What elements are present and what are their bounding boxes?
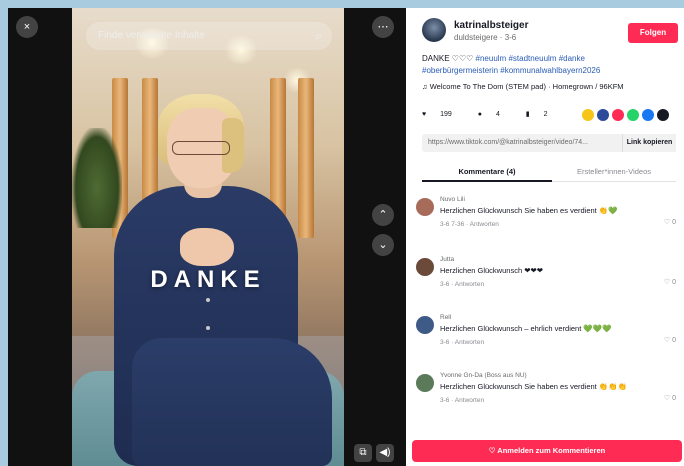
heart-outline-icon: ♡ [663, 395, 671, 402]
comment-item: Nuvo Lili Herzlichen Glückwunsch Sie habe… [416, 196, 678, 244]
video-frame[interactable] [72, 8, 344, 466]
share-option-icon[interactable] [582, 109, 594, 121]
jacket-button [206, 298, 210, 302]
commenter-name[interactable]: Nuvo Lili [440, 196, 465, 203]
more-options-button[interactable]: ⋯ [372, 16, 394, 38]
commenter-avatar[interactable] [416, 258, 434, 276]
bookmark-icon: ▮ [525, 111, 530, 118]
video-player[interactable]: × ⋯ DANKE Finde verwandte Inhalte ⌕ ⌃ ⌄ … [8, 8, 406, 466]
app-window: × ⋯ DANKE Finde verwandte Inhalte ⌕ ⌃ ⌄ … [0, 0, 684, 466]
share-option-icon[interactable] [597, 109, 609, 121]
comment-like-button[interactable]: ♡ 0 [664, 394, 676, 402]
glasses [172, 141, 230, 155]
heart-icon: ♥ [422, 111, 427, 118]
copy-link-button[interactable]: Link kopieren [622, 134, 676, 152]
volume-icon: ◀) [379, 447, 391, 458]
comment-meta[interactable]: 3-6 · Antworten [440, 397, 484, 404]
music-title: Welcome To The Dom (STEM pad) · Homegrow… [429, 82, 624, 91]
person-trousers [132, 338, 332, 466]
close-icon: × [23, 21, 31, 33]
engagement-stats: ♥ 199 ● 4 ▮ 2 [422, 110, 572, 124]
comment-meta[interactable]: 3-6 · Antworten [440, 339, 484, 346]
video-link[interactable]: https://www.tiktok.com/@katrinalbsteiger… [428, 139, 588, 146]
comment-like-button[interactable]: ♡ 0 [664, 336, 676, 344]
heart-outline-icon: ♡ [663, 279, 671, 286]
comment-like-count: 0 [672, 395, 676, 402]
video-overlay-text: DANKE [150, 266, 266, 293]
volume-button[interactable]: ◀) [376, 444, 394, 462]
comment-count: 4 [495, 111, 500, 118]
save-count: 2 [543, 111, 548, 118]
share-option-icon[interactable] [657, 109, 669, 121]
follow-button[interactable]: Folgen [628, 23, 678, 43]
details-panel: katrinalbsteiger duldsteigere · 3-6 Folg… [406, 8, 684, 466]
share-options [582, 108, 672, 124]
comment-text: Herzlichen Glückwunsch – ehrlich verdien… [440, 324, 612, 333]
share-option-icon[interactable] [612, 109, 624, 121]
comment-text: Herzlichen Glückwunsch Sie haben es verd… [440, 206, 618, 215]
comment-item: Yvonne Gn-Da (Boss aus NU) Herzlichen Glü… [416, 372, 678, 420]
caption-hashtags[interactable]: #neuulm #stadtneuulm #danke [476, 54, 585, 63]
previous-video-button[interactable]: ⌃ [372, 204, 394, 226]
comment-item: Jutta Herzlichen Glückwunsch ❤❤❤ 3-6 · Ant… [416, 256, 678, 304]
chevron-up-icon: ⌃ [378, 209, 388, 221]
commenter-avatar[interactable] [416, 374, 434, 392]
commenter-avatar[interactable] [416, 198, 434, 216]
comment-item: Rell Herzlichen Glückwunsch – ehrlich ver… [416, 314, 678, 362]
comment-button[interactable]: ● 4 [478, 111, 512, 118]
like-count: 199 [440, 111, 452, 118]
heart-outline-icon: ♡ [663, 219, 671, 226]
tab-comments[interactable]: Kommentare (4) [422, 162, 552, 182]
comment-like-button[interactable]: ♡ 0 [664, 218, 676, 226]
comment-like-count: 0 [672, 279, 676, 286]
save-button[interactable]: ▮ 2 [526, 110, 560, 118]
commenter-name[interactable]: Rell [440, 314, 451, 321]
heart-outline-icon: ♡ [663, 337, 671, 344]
picture-in-picture-button[interactable]: ⧉ [354, 444, 372, 462]
next-video-button[interactable]: ⌄ [372, 234, 394, 256]
music-icon: ♫ [422, 82, 428, 91]
share-option-icon[interactable] [642, 109, 654, 121]
more-icon: ⋯ [377, 21, 389, 33]
comment-text: Herzlichen Glückwunsch Sie haben es verd… [440, 382, 627, 391]
related-search-input[interactable]: Finde verwandte Inhalte ⌕ [86, 22, 332, 50]
author-username[interactable]: katrinalbsteiger [454, 20, 528, 31]
wood-pillar [298, 78, 314, 238]
commenter-avatar[interactable] [416, 316, 434, 334]
caption-text: DANKE ♡♡♡ [422, 54, 476, 63]
login-to-comment-button[interactable]: ♡ Anmelden zum Kommentieren [412, 440, 682, 462]
music-info[interactable]: ♫ Welcome To The Dom (STEM pad) · Homegr… [422, 82, 624, 91]
commenter-name[interactable]: Yvonne Gn-Da (Boss aus NU) [440, 372, 527, 379]
commenter-name[interactable]: Jutta [440, 256, 454, 263]
person-hand [180, 228, 234, 266]
pip-icon: ⧉ [359, 447, 367, 458]
author-avatar[interactable] [422, 18, 446, 42]
chevron-down-icon: ⌄ [378, 239, 388, 251]
comment-tabs: Kommentare (4) Ersteller*innen-Videos [422, 162, 676, 182]
jacket-button [206, 326, 210, 330]
close-button[interactable]: × [16, 16, 38, 38]
search-placeholder: Finde verwandte Inhalte [98, 30, 205, 41]
comment-icon: ● [477, 111, 482, 118]
video-link-row: https://www.tiktok.com/@katrinalbsteiger… [422, 134, 676, 152]
comment-like-button[interactable]: ♡ 0 [664, 278, 676, 286]
like-button[interactable]: ♥ 199 [422, 111, 464, 118]
comment-text: Herzlichen Glückwunsch ❤❤❤ [440, 266, 544, 275]
author-subline: duldsteigere · 3-6 [454, 33, 517, 42]
comment-meta[interactable]: 3-6 · Antworten [440, 281, 484, 288]
comment-like-count: 0 [672, 219, 676, 226]
comment-meta[interactable]: 3-6 7-36 · Antworten [440, 221, 499, 228]
caption-hashtags[interactable]: #oberbürgermeisterin #kommunalwahlbayern… [422, 66, 600, 75]
share-option-icon[interactable] [627, 109, 639, 121]
plant [72, 128, 122, 228]
comment-like-count: 0 [672, 337, 676, 344]
tab-creator-videos[interactable]: Ersteller*innen-Videos [552, 162, 676, 176]
search-icon: ⌕ [315, 29, 322, 43]
video-caption: DANKE ♡♡♡ #neuulm #stadtneuulm #danke #o… [422, 53, 666, 77]
